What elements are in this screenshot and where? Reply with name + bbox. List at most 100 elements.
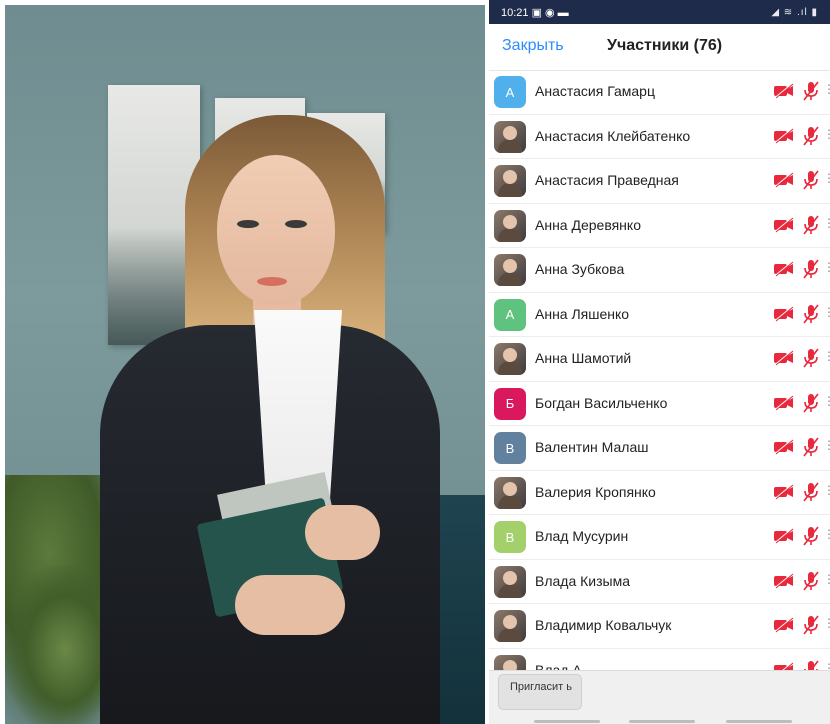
more-options-icon[interactable]: ⋮ [823,349,830,369]
avatar [494,165,526,197]
video-off-icon [773,216,795,233]
participant-row[interactable]: Влад А... ⋮ [489,649,830,671]
avatar: B [494,432,526,464]
eye [237,220,259,228]
participant-name: Влад А... [535,661,594,671]
participant-row[interactable]: Анна Шамотий ⋮ [489,337,830,382]
participant-row[interactable]: Анна Зубкова ⋮ [489,248,830,293]
mic-off-icon [803,126,819,146]
more-options-icon[interactable]: ⋮ [823,616,830,636]
participant-name: Анна Зубкова [535,261,625,277]
mic-off-icon [803,660,819,670]
invite-button[interactable]: Пригласит ь [498,674,582,710]
video-off-icon [773,439,795,455]
avatar [494,343,526,375]
avatar [494,254,526,286]
avatar [494,565,526,598]
avatar-initial: B [505,440,515,456]
avatar [494,654,526,670]
participant-name: Анна Деревянко [535,216,641,233]
avatar [494,120,526,153]
avatar-initial: A [505,84,515,100]
video-off-icon [773,661,795,670]
video-off-icon [773,305,795,322]
video-off-icon [773,261,795,277]
more-options-icon[interactable]: ⋮ [823,127,830,147]
avatar: A [494,298,526,331]
avatar-initial: Б [505,396,515,411]
video-off-icon [773,127,795,144]
avatar: B [494,521,526,553]
more-options-icon[interactable]: ⋮ [823,394,830,414]
mic-off-icon [803,304,819,324]
status-time: 10:21 ▣ ◉ ▬ [501,6,569,19]
mic-off-icon [803,215,819,235]
nav-recents-button[interactable] [726,720,792,723]
mic-off-icon [803,437,819,457]
more-options-icon[interactable]: ⋮ [823,438,830,458]
participant-row[interactable]: Анастасия Праведная ⋮ [489,159,830,204]
mic-off-icon [803,571,819,591]
participant-row[interactable]: B Валентин Малаш ⋮ [489,426,830,471]
status-indicators: ◢ ≋ .ıl ▮ [771,6,818,18]
more-options-icon[interactable]: ⋮ [823,572,830,592]
avatar [494,209,526,242]
nav-back-button[interactable] [534,720,600,723]
mic-off-icon [803,170,819,190]
participant-row[interactable]: A Анастасия Гамарц ⋮ [489,70,830,115]
more-options-icon[interactable]: ⋮ [823,171,830,191]
participants-header: Закрыть Участники (76) [489,24,830,71]
lips [257,277,287,286]
hand [235,575,345,635]
system-nav-bar [489,715,830,724]
more-options-icon[interactable]: ⋮ [823,305,830,325]
video-off-icon [773,528,795,544]
participant-row[interactable]: Анастасия Клейбатенко ⋮ [489,115,830,159]
participant-row[interactable]: Владимир Ковальчук ⋮ [489,604,830,649]
participant-row[interactable]: A Анна Ляшенко ⋮ [489,293,830,337]
mic-off-icon [803,81,819,101]
more-options-icon[interactable]: ⋮ [823,260,830,280]
more-options-icon[interactable]: ⋮ [823,661,830,671]
more-options-icon[interactable]: ⋮ [823,527,830,547]
participant-row[interactable]: B Влад Мусурин ⋮ [489,515,830,560]
mic-off-icon [803,615,819,635]
avatar [494,476,526,509]
mic-off-icon [803,482,819,502]
avatar: A [494,76,526,108]
video-off-icon [773,617,795,633]
participant-row[interactable]: Анна Деревянко ⋮ [489,204,830,248]
participant-row[interactable]: Валерия Кропянко ⋮ [489,471,830,515]
video-off-icon [773,172,795,188]
video-off-icon [773,350,795,366]
participant-name: Анастасия Праведная [535,172,679,188]
participant-row[interactable]: Влада Кизыма ⋮ [489,560,830,604]
participant-name: Влада Кизыма [535,572,631,589]
eye [285,220,307,228]
avatar-initial: B [505,529,515,545]
close-button[interactable]: Закрыть [502,37,564,55]
bottom-bar: Пригласит ь [489,670,830,724]
participant-name: Владимир Ковальчук [535,617,672,633]
participant-name: Анна Ляшенко [535,305,630,322]
participant-name: Анастасия Клейбатенко [535,127,691,144]
avatar-initial: A [505,307,515,322]
participant-name: Валентин Малаш [535,439,649,455]
video-off-icon [773,572,795,589]
participant-name: Богдан Васильченко [535,394,668,411]
status-bar: 10:21 ▣ ◉ ▬ ◢ ≋ .ıl ▮ [489,0,830,24]
video-off-icon [773,83,795,99]
video-off-icon [773,483,795,500]
participant-row[interactable]: Б Богдан Васильченко ⋮ [489,382,830,426]
more-options-icon[interactable]: ⋮ [823,483,830,503]
video-off-icon [773,394,795,411]
participant-list[interactable]: A Анастасия Гамарц ⋮ Анастасия Клейбатенко ⋮… [489,70,830,670]
participant-name: Валерия Кропянко [535,483,656,500]
mic-off-icon [803,259,819,279]
more-options-icon[interactable]: ⋮ [823,82,830,102]
phone-screen: 10:21 ▣ ◉ ▬ ◢ ≋ .ıl ▮ Закрыть Участники … [489,0,830,724]
more-options-icon[interactable]: ⋮ [823,216,830,236]
avatar [494,610,526,642]
nav-home-button[interactable] [629,720,695,723]
mic-off-icon [803,348,819,368]
